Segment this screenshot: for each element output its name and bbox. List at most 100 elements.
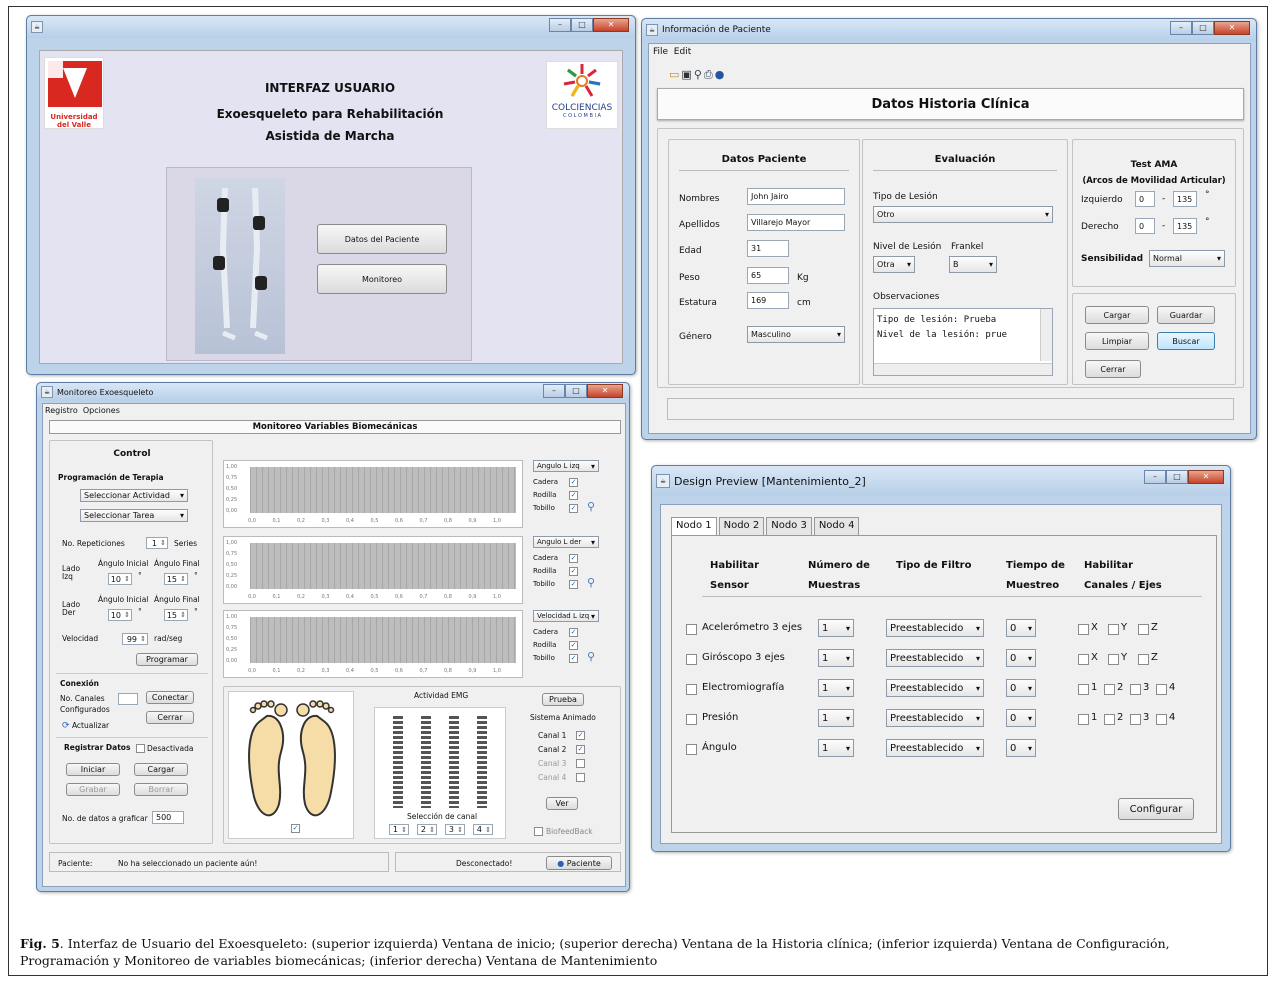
sensibilidad-select[interactable]: Normal [1149,250,1225,267]
feet-checkbox[interactable]: ✓ [291,824,300,833]
canal-2-checkbox[interactable]: ✓ [576,745,585,754]
minimize-button[interactable]: – [1144,470,1166,484]
grabar-button[interactable]: Grabar [66,783,120,796]
vertical-scrollbar[interactable] [1040,309,1052,361]
tab-nodo-3[interactable]: Nodo 3 [766,517,812,535]
cerrar-button[interactable]: Cerrar [146,711,194,724]
zoom-icon[interactable]: ⚲ [587,650,595,663]
filtro-select[interactable]: Preestablecido [886,679,984,697]
minimize-button[interactable]: – [543,384,565,398]
filtro-select[interactable]: Preestablecido [886,739,984,757]
chart-variable-select[interactable]: Angulo L der [533,536,599,548]
channel-checkbox[interactable] [1078,714,1089,725]
peso-input[interactable]: 65 [747,267,789,284]
muestras-select[interactable]: 1 [818,649,854,667]
joint-checkbox[interactable]: ✓ [569,654,578,663]
guardar-button[interactable]: Guardar [1157,306,1215,324]
tiempo-select[interactable]: 0 [1006,649,1036,667]
programar-button[interactable]: Programar [136,653,198,666]
actualizar-control[interactable]: ⟳ Actualizar [62,721,109,731]
muestras-select[interactable]: 1 [818,619,854,637]
canal-spinner-4[interactable]: 4 [473,824,493,835]
open-icon[interactable]: ▭ [669,68,681,81]
channel-checkbox[interactable] [1138,624,1149,635]
channel-checkbox[interactable] [1078,654,1089,665]
configurar-button[interactable]: Configurar [1118,798,1194,820]
print-icon[interactable]: ⎙ [704,68,715,81]
desactivada-checkbox[interactable] [136,744,145,753]
cerrar-button[interactable]: Cerrar [1085,360,1141,378]
channel-checkbox[interactable] [1138,654,1149,665]
sensor-checkbox[interactable] [686,714,697,725]
tab-nodo-2[interactable]: Nodo 2 [718,517,765,535]
tab-nodo-4[interactable]: Nodo 4 [813,517,860,535]
tab-nodo-1[interactable]: Nodo 1 [671,517,717,535]
biofeedback-checkbox[interactable] [534,827,543,836]
channel-checkbox[interactable] [1108,624,1119,635]
limpiar-button[interactable]: Limpiar [1085,332,1149,350]
tiempo-select[interactable]: 0 [1006,619,1036,637]
buscar-button[interactable]: Buscar [1157,332,1215,350]
ver-button[interactable]: Ver [546,797,578,810]
channel-checkbox[interactable] [1156,714,1167,725]
filtro-select[interactable]: Preestablecido [886,709,984,727]
joint-checkbox[interactable]: ✓ [569,628,578,637]
canal-spinner-3[interactable]: 3 [445,824,465,835]
canal-spinner-2[interactable]: 2 [417,824,437,835]
close-button[interactable]: ✕ [593,18,629,32]
maximize-button[interactable]: □ [1166,470,1188,484]
tarea-select[interactable]: Seleccionar Tarea [80,509,188,522]
tiempo-select[interactable]: 0 [1006,679,1036,697]
izq-ang-fin-spinner[interactable]: 15 [164,573,188,585]
tipo-lesion-select[interactable]: Otro [873,206,1053,223]
info-icon[interactable]: ● [715,68,727,81]
izquierdo-min-input[interactable]: 0 [1135,191,1155,207]
close-button[interactable]: ✕ [1214,21,1250,35]
minimize-button[interactable]: – [1170,21,1192,35]
conectar-button[interactable]: Conectar [146,691,194,704]
menu-file[interactable]: File [653,47,668,57]
sensor-checkbox[interactable] [686,684,697,695]
close-button[interactable]: ✕ [1188,470,1224,484]
channel-checkbox[interactable] [1108,654,1119,665]
canal-1-checkbox[interactable]: ✓ [576,731,585,740]
cargar-button[interactable]: Cargar [134,763,188,776]
menu-opciones[interactable]: Opciones [83,406,120,415]
menu-registro[interactable]: Registro [45,406,78,415]
channel-checkbox[interactable] [1078,684,1089,695]
zoom-icon[interactable]: ⚲ [587,500,595,513]
prueba-button[interactable]: Prueba [542,693,584,706]
der-ang-ini-spinner[interactable]: 10 [108,609,132,621]
zoom-icon[interactable]: ⚲ [587,576,595,589]
horizontal-scrollbar[interactable] [874,363,1052,375]
iniciar-button[interactable]: Iniciar [66,763,120,776]
muestras-select[interactable]: 1 [818,709,854,727]
datos-paciente-button[interactable]: Datos del Paciente [317,224,447,254]
edad-input[interactable]: 31 [747,240,789,257]
chart-variable-select[interactable]: Velocidad L izq [533,610,599,622]
monitoreo-button[interactable]: Monitoreo [317,264,447,294]
genero-select[interactable]: Masculino [747,326,845,343]
channel-checkbox[interactable] [1104,684,1115,695]
save-icon[interactable]: ▣ [681,68,693,81]
close-button[interactable]: ✕ [587,384,623,398]
channel-checkbox[interactable] [1104,714,1115,725]
izquierdo-max-input[interactable]: 135 [1173,191,1197,207]
paciente-button[interactable]: ● Paciente [546,856,612,870]
joint-checkbox[interactable]: ✓ [569,567,578,576]
joint-checkbox[interactable]: ✓ [569,554,578,563]
joint-checkbox[interactable]: ✓ [569,491,578,500]
search-icon[interactable]: ⚲ [694,68,704,81]
actividad-select[interactable]: Seleccionar Actividad [80,489,188,502]
nombres-input[interactable]: John Jairo [747,188,845,205]
velocidad-spinner[interactable]: 99 [122,633,148,645]
tiempo-select[interactable]: 0 [1006,739,1036,757]
canales-input[interactable] [118,693,138,705]
graficar-input[interactable]: 500 [152,811,184,824]
menu-edit[interactable]: Edit [674,47,691,57]
channel-checkbox[interactable] [1130,684,1141,695]
sensor-checkbox[interactable] [686,744,697,755]
muestras-select[interactable]: 1 [818,679,854,697]
joint-checkbox[interactable]: ✓ [569,641,578,650]
maximize-button[interactable]: □ [1192,21,1214,35]
